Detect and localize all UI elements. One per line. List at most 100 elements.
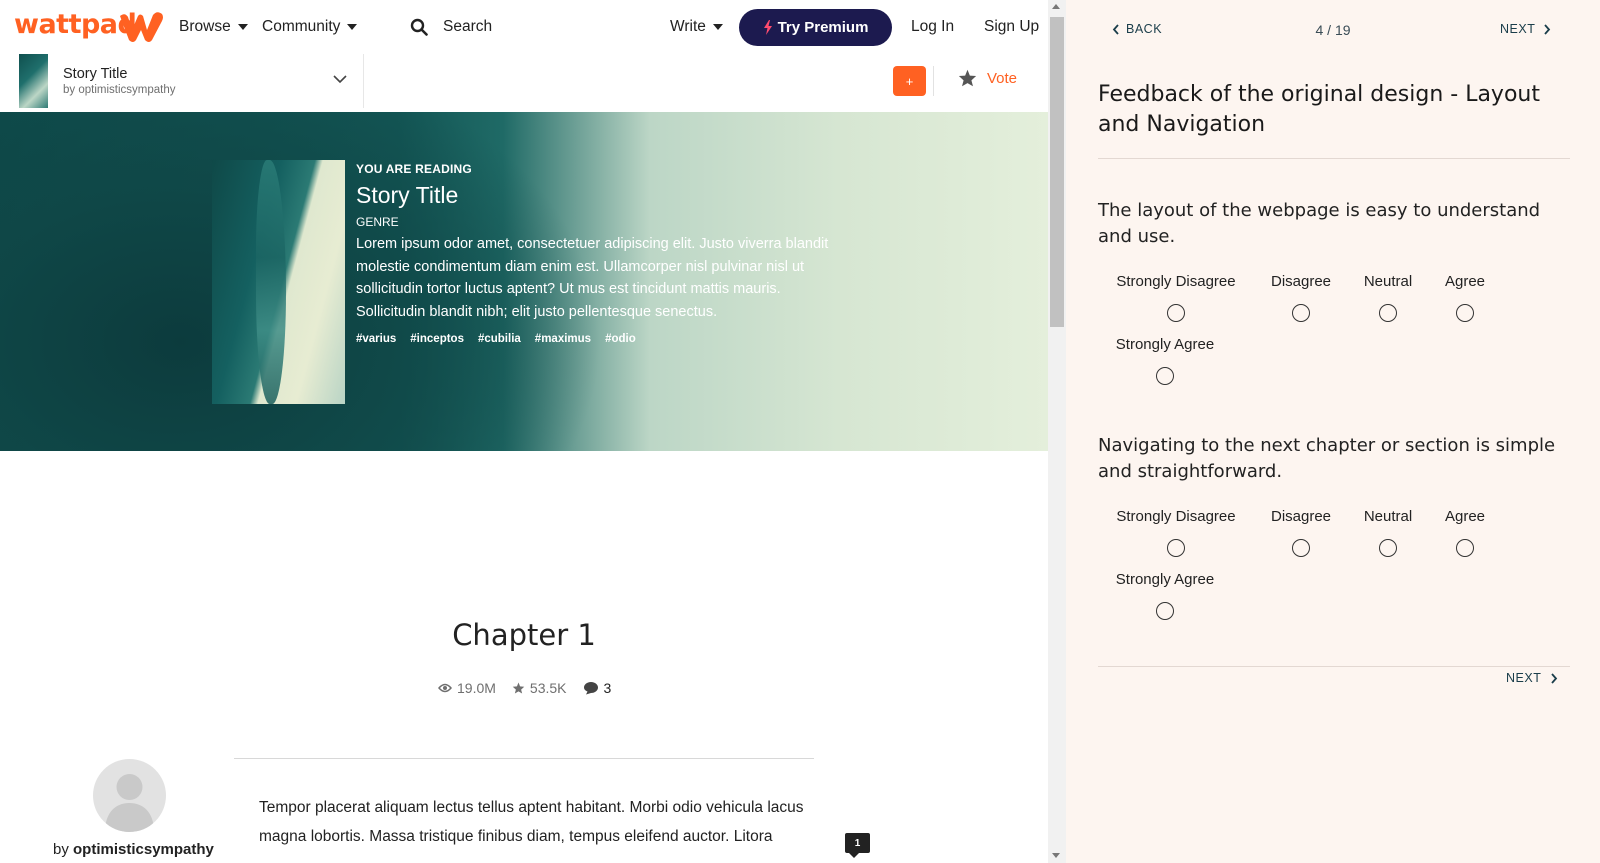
community-label: Community: [262, 18, 341, 35]
radio-button[interactable]: [1167, 304, 1185, 322]
radio-button[interactable]: [1379, 539, 1397, 557]
radio-button[interactable]: [1156, 602, 1174, 620]
story-info: YOU ARE READING Story Title GENRE Lorem …: [356, 162, 836, 345]
try-premium-button[interactable]: Try Premium: [739, 9, 892, 46]
genre-label[interactable]: GENRE: [356, 215, 836, 229]
write-menu[interactable]: Write: [670, 18, 723, 36]
likert-option[interactable]: Strongly Agree: [1114, 336, 1216, 385]
signup-label: Sign Up: [984, 18, 1040, 35]
chevron-right-icon: [1551, 672, 1558, 684]
wattpad-w-logo-icon[interactable]: [117, 10, 165, 44]
votes-count: 53.5K: [529, 680, 567, 696]
lightning-icon: [763, 20, 772, 35]
option-label: Agree: [1444, 508, 1486, 525]
story-cover-image[interactable]: [212, 160, 345, 404]
radio-button[interactable]: [1379, 304, 1397, 322]
radio-button[interactable]: [1156, 367, 1174, 385]
radio-button[interactable]: [1456, 539, 1474, 557]
star-icon: [958, 69, 977, 87]
inline-comment-badge[interactable]: 1: [845, 833, 870, 858]
divider: [933, 66, 934, 96]
community-menu[interactable]: Community: [262, 18, 358, 36]
chapter-body-text: Tempor placerat aliquam lectus tellus ap…: [259, 799, 804, 845]
likert-option[interactable]: Neutral: [1358, 508, 1418, 557]
option-label: Strongly Disagree: [1116, 273, 1236, 290]
chapter-stats: 19.0M 53.5K 3: [438, 680, 627, 696]
login-link[interactable]: Log In: [911, 18, 954, 36]
chevron-down-icon[interactable]: [333, 74, 347, 84]
tag-link[interactable]: #varius: [356, 333, 396, 345]
option-label: Neutral: [1363, 273, 1413, 290]
tag-link[interactable]: #cubilia: [478, 333, 521, 345]
author-avatar[interactable]: [93, 759, 166, 832]
write-label: Write: [670, 18, 706, 35]
user-silhouette-icon: [105, 774, 154, 832]
likert-option[interactable]: Strongly Disagree: [1114, 508, 1238, 557]
vote-button[interactable]: Vote: [958, 69, 1017, 87]
next-label: NEXT: [1500, 22, 1536, 36]
caret-down-icon: [712, 24, 723, 30]
byline-prefix: by: [53, 841, 69, 858]
question-text: The layout of the webpage is easy to und…: [1098, 200, 1541, 247]
tag-link[interactable]: #maximus: [535, 333, 591, 345]
option-label: Strongly Disagree: [1116, 508, 1236, 525]
story-hero-banner: YOU ARE READING Story Title GENRE Lorem …: [0, 112, 1048, 451]
story-author[interactable]: by optimisticsympathy: [63, 84, 175, 96]
likert-option[interactable]: Neutral: [1358, 273, 1418, 322]
option-label: Neutral: [1363, 508, 1413, 525]
add-to-library-button[interactable]: +: [893, 66, 926, 96]
story-cover-thumbnail[interactable]: [19, 54, 48, 108]
next-button[interactable]: NEXT: [1500, 22, 1551, 36]
scrollbar-thumb[interactable]: [1050, 17, 1064, 327]
you-are-reading-label: YOU ARE READING: [356, 162, 472, 176]
story-description: Lorem ipsum odor amet, consectetuer adip…: [356, 236, 829, 320]
likert-option[interactable]: Agree: [1435, 273, 1495, 322]
option-label: Disagree: [1270, 508, 1332, 525]
login-label: Log In: [911, 18, 955, 35]
browse-label: Browse: [179, 18, 231, 35]
comments-stat[interactable]: 3: [583, 680, 612, 696]
try-premium-label: Try Premium: [777, 19, 869, 36]
likert-option[interactable]: Disagree: [1261, 273, 1341, 322]
signup-link[interactable]: Sign Up: [984, 18, 1039, 36]
next-label: NEXT: [1506, 671, 1542, 685]
story-title[interactable]: Story Title: [63, 66, 127, 82]
radio-button[interactable]: [1292, 304, 1310, 322]
radio-button[interactable]: [1292, 539, 1310, 557]
search-input[interactable]: Search: [443, 18, 492, 36]
likert-option[interactable]: Strongly Disagree: [1114, 273, 1238, 322]
comments-count: 3: [603, 680, 612, 696]
next-button-bottom[interactable]: NEXT: [1506, 671, 1558, 685]
scroll-up-arrow-icon[interactable]: [1052, 4, 1060, 9]
reads-count: 19.0M: [457, 680, 496, 696]
likert-option[interactable]: Agree: [1435, 508, 1495, 557]
scroll-down-arrow-icon[interactable]: [1052, 853, 1060, 858]
cover-art-wave: [256, 160, 286, 404]
question-text: Navigating to the next chapter or sectio…: [1098, 435, 1556, 482]
wattpad-page: wattpad Browse Community Search Write Tr…: [0, 0, 1048, 863]
caret-down-icon: [347, 24, 358, 30]
chapter-author-byline: by optimisticsympathy: [53, 841, 214, 858]
divider: [1098, 666, 1570, 667]
likert-option[interactable]: Disagree: [1261, 508, 1341, 557]
search-icon[interactable]: [410, 18, 428, 36]
browse-menu[interactable]: Browse: [179, 18, 248, 36]
votes-stat: 53.5K: [512, 680, 567, 696]
chapter-title: Chapter 1: [452, 618, 596, 652]
radio-button[interactable]: [1167, 539, 1185, 557]
plus-icon: +: [905, 73, 914, 89]
divider: [234, 758, 814, 759]
tag-link[interactable]: #odio: [605, 333, 636, 345]
survey-section-heading: Feedback of the original design - Layout…: [1098, 82, 1540, 137]
divider: [363, 54, 364, 108]
radio-button[interactable]: [1456, 304, 1474, 322]
caret-down-icon: [237, 24, 248, 30]
option-label: Strongly Agree: [1115, 571, 1215, 588]
chevron-right-icon: [1544, 23, 1551, 35]
tag-link[interactable]: #inceptos: [410, 333, 464, 345]
chapter-author-link[interactable]: optimisticsympathy: [73, 841, 214, 858]
tag-list: #varius #inceptos #cubilia #maximus #odi…: [356, 333, 836, 345]
likert-option[interactable]: Strongly Agree: [1114, 571, 1216, 620]
top-nav: wattpad Browse Community Search Write Tr…: [0, 0, 1048, 54]
vote-label: Vote: [987, 69, 1018, 87]
